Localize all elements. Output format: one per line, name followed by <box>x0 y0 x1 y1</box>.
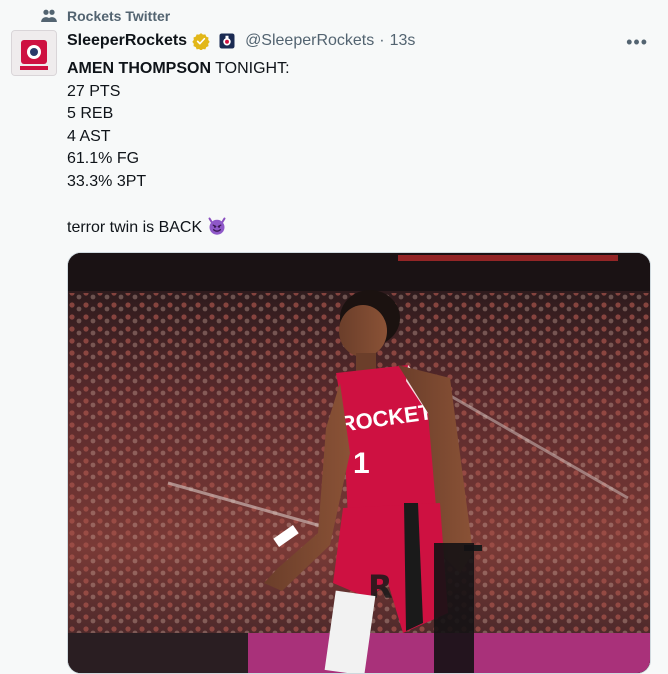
community-icon <box>41 9 57 22</box>
more-options-button[interactable]: ••• <box>626 32 648 53</box>
headline-rest: TONIGHT: <box>211 60 290 77</box>
social-context[interactable]: Rockets Twitter <box>40 7 170 25</box>
stat-line: 33.3% 3PT <box>67 172 147 190</box>
verified-badge-icon[interactable] <box>192 32 210 50</box>
headline-bold: AMEN THOMPSON <box>67 60 211 77</box>
display-name[interactable]: SleeperRockets <box>67 32 187 50</box>
handle[interactable]: @SleeperRockets <box>245 32 374 50</box>
stat-line: 5 REB <box>67 105 114 122</box>
basketball-player-photo: ROCKETS 1 R <box>68 253 650 673</box>
separator: · <box>379 32 385 49</box>
stat-line: 4 AST <box>67 127 111 145</box>
timestamp[interactable]: 13s <box>390 32 416 50</box>
avatar[interactable] <box>11 30 57 76</box>
social-context-label: Rockets Twitter <box>67 8 171 24</box>
tweet-photo[interactable]: ROCKETS 1 R <box>67 252 651 674</box>
closing-line: terror twin is BACK <box>67 216 290 239</box>
headline: AMEN THOMPSON TONIGHT: <box>67 58 290 81</box>
smiling-devil-emoji <box>208 217 226 235</box>
closing-text: terror twin is BACK <box>67 218 207 236</box>
stat-line: 61.1% FG <box>67 150 140 167</box>
stat-line: 27 PTS <box>67 82 121 100</box>
affiliate-badge-icon[interactable] <box>218 32 236 50</box>
tweet-text: AMEN THOMPSON TONIGHT: 27 PTS 5 REB 4 AS… <box>67 58 290 238</box>
tweet-header: SleeperRockets @SleeperRockets · 13s <box>67 32 415 50</box>
sleeper-rockets-avatar <box>12 31 56 75</box>
jersey-number: 1 <box>353 447 370 480</box>
